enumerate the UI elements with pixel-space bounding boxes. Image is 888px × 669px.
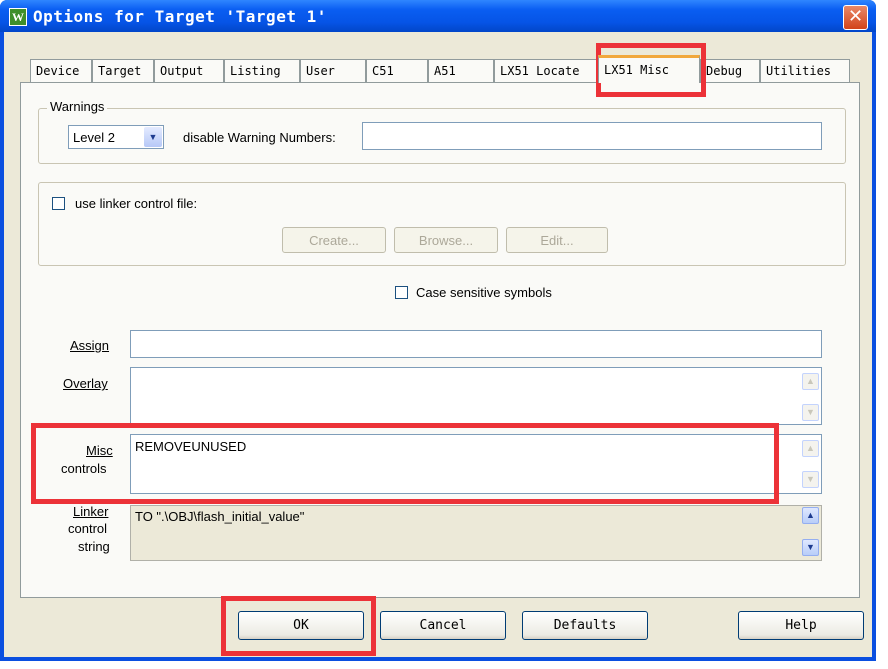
app-icon: W bbox=[9, 8, 27, 26]
linker-control-string-field[interactable]: TO ".\OBJ\flash_initial_value" bbox=[130, 505, 822, 561]
tab-listing[interactable]: Listing bbox=[224, 59, 300, 82]
overlay-label: Overlay bbox=[63, 376, 108, 391]
highlight-box-ok-button bbox=[221, 596, 376, 656]
misc-scrollbar[interactable]: ▲ ▼ bbox=[802, 440, 819, 492]
scroll-down-icon[interactable]: ▼ bbox=[802, 471, 819, 488]
tab-lx51-misc[interactable]: LX51 Misc bbox=[598, 55, 700, 83]
overlay-scrollbar[interactable]: ▲ ▼ bbox=[802, 373, 819, 425]
linker-string-scrollbar[interactable]: ▲ ▼ bbox=[802, 507, 819, 559]
tab-lx51-locate[interactable]: LX51 Locate bbox=[494, 59, 600, 82]
disable-warnings-label: disable Warning Numbers: bbox=[183, 130, 336, 145]
edit-button[interactable]: Edit... bbox=[506, 227, 608, 253]
warning-level-value: Level 2 bbox=[73, 130, 115, 145]
case-sensitive-label: Case sensitive symbols bbox=[416, 285, 552, 300]
tab-debug[interactable]: Debug bbox=[700, 59, 760, 82]
tab-output[interactable]: Output bbox=[154, 59, 224, 82]
cancel-button[interactable]: Cancel bbox=[380, 611, 506, 640]
tab-device[interactable]: Device bbox=[30, 59, 92, 82]
chevron-down-icon[interactable]: ▼ bbox=[144, 127, 162, 147]
linker-string-label-2: control bbox=[68, 521, 108, 536]
assign-input[interactable] bbox=[130, 330, 822, 358]
browse-button[interactable]: Browse... bbox=[394, 227, 498, 253]
use-linker-file-checkbox[interactable] bbox=[52, 197, 65, 210]
scroll-down-icon[interactable]: ▼ bbox=[802, 539, 819, 556]
tab-a51[interactable]: A51 bbox=[428, 59, 494, 82]
case-sensitive-checkbox[interactable] bbox=[395, 286, 408, 299]
scroll-down-icon[interactable]: ▼ bbox=[802, 404, 819, 421]
tab-user[interactable]: User bbox=[300, 59, 366, 82]
defaults-button[interactable]: Defaults bbox=[522, 611, 648, 640]
disable-warnings-input[interactable] bbox=[362, 122, 822, 150]
close-icon[interactable]: ✕ bbox=[843, 5, 868, 30]
assign-label: Assign bbox=[70, 338, 110, 353]
scroll-up-icon[interactable]: ▲ bbox=[802, 440, 819, 457]
window-title: Options for Target 'Target 1' bbox=[33, 7, 327, 26]
overlay-textarea[interactable] bbox=[130, 367, 822, 425]
tab-target[interactable]: Target bbox=[92, 59, 154, 82]
use-linker-file-label: use linker control file: bbox=[75, 196, 198, 211]
warning-level-select[interactable]: Level 2 ▼ bbox=[68, 125, 164, 149]
highlight-box-misc-controls bbox=[31, 423, 779, 504]
help-button[interactable]: Help bbox=[738, 611, 864, 640]
linker-control-string-value: TO ".\OBJ\flash_initial_value" bbox=[135, 509, 305, 524]
tab-utilities[interactable]: Utilities bbox=[760, 59, 850, 82]
linker-string-label-1: Linker bbox=[73, 504, 109, 519]
create-button[interactable]: Create... bbox=[282, 227, 386, 253]
tab-c51[interactable]: C51 bbox=[366, 59, 428, 82]
scroll-up-icon[interactable]: ▲ bbox=[802, 507, 819, 524]
linker-string-label-3: string bbox=[78, 539, 110, 554]
warnings-legend: Warnings bbox=[47, 99, 108, 114]
scroll-up-icon[interactable]: ▲ bbox=[802, 373, 819, 390]
